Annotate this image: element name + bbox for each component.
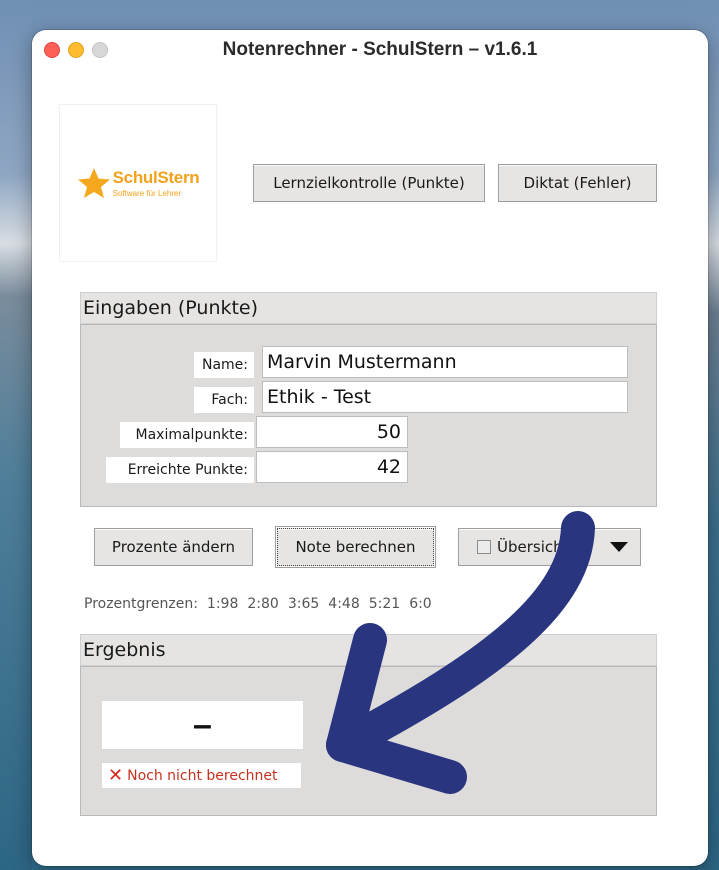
status-text: Noch nicht berechnet [127,767,278,784]
note-berechnen-button[interactable]: Note berechnen [275,526,436,568]
max-points-label: Maximalpunkte: [120,422,254,448]
zoom-window-button[interactable] [92,42,108,58]
minimize-window-button[interactable] [68,42,84,58]
uebersicht-dropdown[interactable]: Übersich [458,528,641,566]
desktop-background-left [0,0,32,870]
threshold-item: 4:48 [328,596,360,612]
uebersicht-label: Übersich [497,538,563,556]
error-x-icon: ✕ [108,765,124,786]
close-window-button[interactable] [44,42,60,58]
diktat-button[interactable]: Diktat (Fehler) [498,164,657,202]
app-window: Notenrechner - SchulStern – v1.6.1 Schul… [32,30,708,866]
threshold-item: 2:80 [247,596,279,612]
logo-name: SchulStern [112,168,200,187]
reached-points-input[interactable]: 42 [256,451,408,483]
grade-display: – [102,701,303,749]
percent-thresholds: Prozentgrenzen: 1:98 2:80 3:65 4:48 5:21… [84,596,432,612]
threshold-item: 5:21 [368,596,401,612]
window-controls [44,42,108,58]
threshold-item: 3:65 [287,596,320,612]
threshold-item: 6:0 [409,596,432,612]
name-input[interactable]: Marvin Mustermann [262,346,628,378]
reached-points-label: Erreichte Punkte: [106,457,254,483]
max-points-input[interactable]: 50 [256,416,408,448]
logo-tagline: Software für Lehrer [112,189,182,198]
thresholds-label: Prozentgrenzen: [84,596,198,612]
result-section-title: Ergebnis [80,634,657,666]
fach-label: Fach: [194,387,254,413]
status-message: ✕ Noch nicht berechnet [102,763,301,788]
name-label: Name: [194,352,254,378]
prozente-aendern-button[interactable]: Prozente ändern [94,528,253,566]
window-title: Notenrechner - SchulStern – v1.6.1 [222,39,538,60]
star-icon [77,168,110,198]
fach-input[interactable]: Ethik - Test [262,381,628,413]
threshold-item: 1:98 [206,596,239,612]
inputs-section-title: Eingaben (Punkte) [80,292,657,324]
schulstern-logo: SchulStern Software für Lehrer [59,104,217,262]
dropdown-caret-icon [610,542,628,552]
checkbox-icon [477,540,491,554]
lernzielkontrolle-button[interactable]: Lernzielkontrolle (Punkte) [253,164,485,202]
title-bar[interactable]: Notenrechner - SchulStern – v1.6.1 [32,30,708,70]
